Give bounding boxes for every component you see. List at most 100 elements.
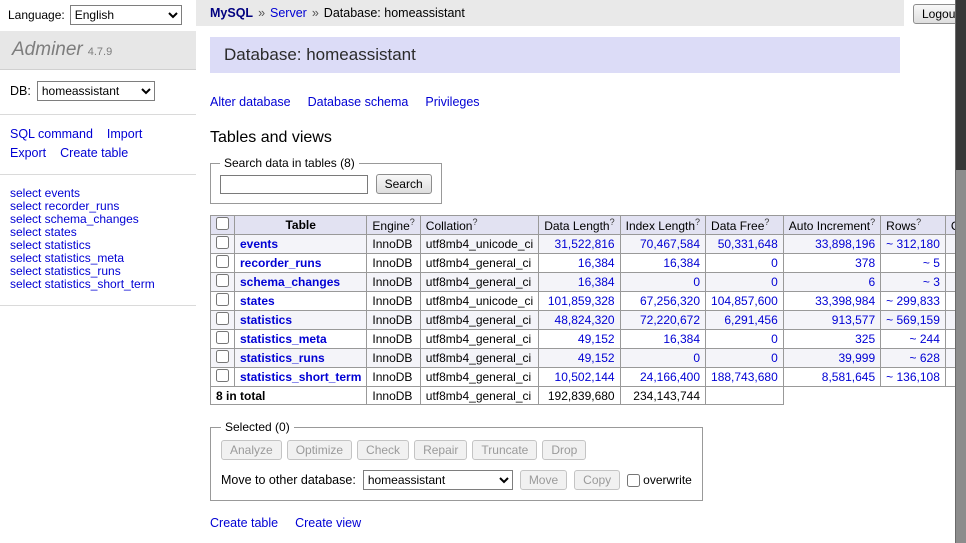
auto-increment-link[interactable]: 325 (855, 332, 875, 346)
row-checkbox[interactable] (216, 293, 229, 306)
column-help-icon[interactable]: ? (916, 217, 921, 227)
table-name-link[interactable]: recorder_runs (240, 256, 321, 270)
data-length-link[interactable]: 16,384 (578, 275, 615, 289)
optimize-button[interactable]: Optimize (287, 440, 352, 460)
index-length-link[interactable]: 72,220,672 (640, 313, 700, 327)
sidebar-table-link[interactable]: select statistics_runs (10, 265, 186, 278)
table-name-link[interactable]: statistics_short_term (240, 370, 361, 384)
rows-count-link[interactable]: ~ 312,180 (886, 237, 940, 251)
row-checkbox[interactable] (216, 255, 229, 268)
data-free-link[interactable]: 0 (771, 332, 778, 346)
sidebar-action-link[interactable]: SQL command (10, 127, 93, 141)
sidebar-table-link[interactable]: select events (10, 187, 186, 200)
create-link[interactable]: Create table (210, 516, 278, 530)
auto-increment-link[interactable]: 8,581,645 (822, 370, 875, 384)
index-length-link[interactable]: 0 (693, 275, 700, 289)
rows-count-link[interactable]: ~ 299,833 (886, 294, 940, 308)
data-free-link[interactable]: 6,291,456 (724, 313, 777, 327)
row-checkbox[interactable] (216, 312, 229, 325)
auto-increment-link[interactable]: 33,398,984 (815, 294, 875, 308)
overwrite-checkbox[interactable] (627, 474, 640, 487)
column-help-icon[interactable]: ? (472, 217, 477, 227)
rows-count-link[interactable]: ~ 244 (910, 332, 940, 346)
column-help-icon[interactable]: ? (695, 217, 700, 227)
row-checkbox[interactable] (216, 369, 229, 382)
rows-count-link[interactable]: ~ 3 (923, 275, 940, 289)
repair-button[interactable]: Repair (414, 440, 467, 460)
scrollbar-thumb[interactable] (956, 0, 966, 170)
data-free-link[interactable]: 0 (771, 351, 778, 365)
copy-button[interactable]: Copy (574, 470, 620, 490)
index-length-link[interactable]: 70,467,584 (640, 237, 700, 251)
auto-increment-link[interactable]: 913,577 (832, 313, 875, 327)
data-free-link[interactable]: 188,743,680 (711, 370, 778, 384)
breadcrumb-server-link[interactable]: Server (270, 6, 307, 20)
auto-increment-link[interactable]: 33,898,196 (815, 237, 875, 251)
search-button[interactable]: Search (376, 174, 432, 194)
column-help-icon[interactable]: ? (610, 217, 615, 227)
language-select[interactable]: English (70, 5, 182, 25)
index-length-link[interactable]: 16,384 (663, 332, 700, 346)
data-length-link[interactable]: 101,859,328 (548, 294, 615, 308)
index-length-link[interactable]: 24,166,400 (640, 370, 700, 384)
data-free-link[interactable]: 50,331,648 (718, 237, 778, 251)
check-button[interactable]: Check (357, 440, 409, 460)
select-all-checkbox[interactable] (216, 217, 229, 230)
rows-count-link[interactable]: ~ 136,108 (886, 370, 940, 384)
row-checkbox[interactable] (216, 331, 229, 344)
data-free-link[interactable]: 104,857,600 (711, 294, 778, 308)
sidebar-table-link[interactable]: select schema_changes (10, 213, 186, 226)
column-help-icon[interactable]: ? (410, 217, 415, 227)
db-action-link[interactable]: Database schema (308, 95, 409, 109)
index-length-link[interactable]: 67,256,320 (640, 294, 700, 308)
auto-increment-link[interactable]: 6 (868, 275, 875, 289)
row-checkbox[interactable] (216, 350, 229, 363)
row-checkbox[interactable] (216, 236, 229, 249)
drop-button[interactable]: Drop (542, 440, 586, 460)
rows-count-link[interactable]: ~ 569,159 (886, 313, 940, 327)
truncate-button[interactable]: Truncate (472, 440, 537, 460)
auto-increment-link[interactable]: 39,999 (838, 351, 875, 365)
table-name-link[interactable]: events (240, 237, 278, 251)
table-name-link[interactable]: states (240, 294, 275, 308)
table-name-link[interactable]: statistics_runs (240, 351, 325, 365)
sidebar-table-link[interactable]: select states (10, 226, 186, 239)
table-name-link[interactable]: statistics (240, 313, 292, 327)
analyze-button[interactable]: Analyze (221, 440, 282, 460)
db-action-link[interactable]: Alter database (210, 95, 291, 109)
table-name-link[interactable]: statistics_meta (240, 332, 327, 346)
sidebar-table-link[interactable]: select statistics (10, 239, 186, 252)
rows-count-link[interactable]: ~ 5 (923, 256, 940, 270)
data-length-link[interactable]: 49,152 (578, 351, 615, 365)
create-link[interactable]: Create view (295, 516, 361, 530)
data-length-link[interactable]: 16,384 (578, 256, 615, 270)
sidebar-table-link[interactable]: select recorder_runs (10, 200, 186, 213)
search-input[interactable] (220, 175, 368, 194)
sidebar-table-link[interactable]: select statistics_short_term (10, 278, 186, 291)
sidebar-action-link[interactable]: Import (107, 127, 142, 141)
db-select[interactable]: homeassistant (37, 81, 155, 101)
data-length-link[interactable]: 49,152 (578, 332, 615, 346)
index-length-link[interactable]: 0 (693, 351, 700, 365)
index-length-link[interactable]: 16,384 (663, 256, 700, 270)
rows-count-link[interactable]: ~ 628 (910, 351, 940, 365)
row-checkbox[interactable] (216, 274, 229, 287)
move-button[interactable]: Move (520, 470, 567, 490)
data-free-link[interactable]: 0 (771, 275, 778, 289)
data-free-link[interactable]: 0 (771, 256, 778, 270)
sidebar-table-link[interactable]: select statistics_meta (10, 252, 186, 265)
sidebar-action-link[interactable]: Export (10, 146, 46, 160)
auto-increment-link[interactable]: 378 (855, 256, 875, 270)
data-length-link[interactable]: 48,824,320 (555, 313, 615, 327)
sidebar-action-link[interactable]: Create table (60, 146, 128, 160)
column-help-icon[interactable]: ? (764, 217, 769, 227)
table-name-link[interactable]: schema_changes (240, 275, 340, 289)
table-name-cell: schema_changes (235, 273, 367, 292)
move-db-select[interactable]: homeassistant (363, 470, 513, 490)
scrollbar[interactable] (955, 0, 966, 543)
data-length-link[interactable]: 10,502,144 (555, 370, 615, 384)
breadcrumb-system-link[interactable]: MySQL (210, 6, 253, 20)
db-action-link[interactable]: Privileges (425, 95, 479, 109)
data-length-link[interactable]: 31,522,816 (555, 237, 615, 251)
column-help-icon[interactable]: ? (870, 217, 875, 227)
